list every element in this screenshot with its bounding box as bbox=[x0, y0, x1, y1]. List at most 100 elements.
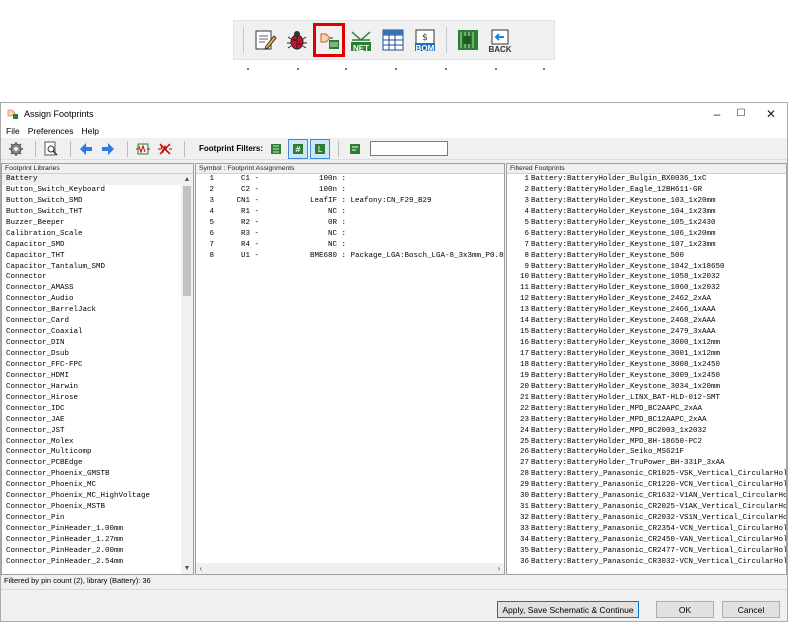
library-item[interactable]: Connector_BarrelJack bbox=[2, 305, 193, 316]
filtered-footprint-item[interactable]: 36 Battery:Battery_Panasonic_CR3032-VCN_V… bbox=[507, 557, 786, 568]
filtered-footprint-item[interactable]: 24 Battery:BatteryHolder_MPD_BC2003_1x203… bbox=[507, 426, 786, 437]
assignment-row[interactable]: 2 C2 - 100n : bbox=[196, 185, 504, 196]
filtered-footprint-item[interactable]: 32 Battery:Battery_Panasonic_CR2032-VS1N_… bbox=[507, 513, 786, 524]
filtered-footprint-item[interactable]: 35 Battery:Battery_Panasonic_CR2477-VCN_V… bbox=[507, 546, 786, 557]
library-item[interactable]: Connector_IDC bbox=[2, 404, 193, 415]
library-item[interactable]: Calibration_Scale bbox=[2, 229, 193, 240]
assign-footprints-button[interactable] bbox=[313, 23, 345, 57]
library-item[interactable]: Connector_Multicomp bbox=[2, 447, 193, 458]
library-item[interactable]: Connector_PCBEdge bbox=[2, 458, 193, 469]
assignment-row[interactable]: 4 R1 - NC : bbox=[196, 207, 504, 218]
filtered-footprint-item[interactable]: 17 Battery:BatteryHolder_Keystone_3001_1x… bbox=[507, 349, 786, 360]
filtered-footprint-item[interactable]: 1 Battery:BatteryHolder_Bulgin_BX0036_1xC bbox=[507, 174, 786, 185]
library-item[interactable]: Connector_HDMI bbox=[2, 371, 193, 382]
filter-library-button[interactable]: L bbox=[310, 138, 330, 159]
library-item[interactable]: Connector_Phoenix_MC_HighVoltage bbox=[2, 491, 193, 502]
scroll-right-icon[interactable]: › bbox=[494, 563, 504, 574]
filtered-footprint-item[interactable]: 26 Battery:BatteryHolder_Seiko_MS621F bbox=[507, 447, 786, 458]
scrollbar-thumb[interactable] bbox=[183, 186, 191, 296]
filtered-footprint-item[interactable]: 2 Battery:BatteryHolder_Eagle_12BH611-GR bbox=[507, 185, 786, 196]
cancel-button[interactable]: Cancel bbox=[722, 601, 780, 618]
scroll-down-icon[interactable]: ▼ bbox=[181, 564, 193, 574]
library-item[interactable]: Connector_PinHeader_1.00mm bbox=[2, 524, 193, 535]
assignments-hscrollbar[interactable]: ‹ › bbox=[196, 563, 504, 574]
filter-pin-count-button[interactable]: # bbox=[288, 138, 308, 159]
previous-symbol-button[interactable] bbox=[77, 140, 95, 158]
filtered-footprint-item[interactable]: 23 Battery:BatteryHolder_MPD_BC12AAPC_2xA… bbox=[507, 415, 786, 426]
filtered-footprint-item[interactable]: 30 Battery:Battery_Panasonic_CR1632-V1AN_… bbox=[507, 491, 786, 502]
library-item[interactable]: Connector_PinHeader_1.27mm bbox=[2, 535, 193, 546]
pcbnew-button[interactable] bbox=[454, 25, 482, 55]
fields-table-button[interactable] bbox=[379, 25, 407, 55]
assignment-row[interactable]: 1 C1 - 100n : bbox=[196, 174, 504, 185]
library-item[interactable]: Connector_PinHeader_2.54mm bbox=[2, 557, 193, 568]
maximize-button[interactable]: ☐ bbox=[727, 103, 755, 124]
close-button[interactable]: ✕ bbox=[757, 103, 785, 124]
library-item[interactable]: Capacitor_Tantalum_SMD bbox=[2, 262, 193, 273]
filter-keywords-button[interactable] bbox=[266, 139, 286, 159]
filtered-footprint-item[interactable]: 6 Battery:BatteryHolder_Keystone_106_1x20… bbox=[507, 229, 786, 240]
library-item[interactable]: Capacitor_SMD bbox=[2, 240, 193, 251]
filtered-footprint-item[interactable]: 27 Battery:BatteryHolder_TruPower_BH-331P… bbox=[507, 458, 786, 469]
filtered-footprint-item[interactable]: 4 Battery:BatteryHolder_Keystone_104_1x23… bbox=[507, 207, 786, 218]
filtered-footprint-item[interactable]: 10 Battery:BatteryHolder_Keystone_1058_1x… bbox=[507, 272, 786, 283]
filtered-footprint-item[interactable]: 3 Battery:BatteryHolder_Keystone_103_1x20… bbox=[507, 196, 786, 207]
auto-associate-button[interactable] bbox=[134, 140, 152, 158]
filtered-footprint-item[interactable]: 18 Battery:BatteryHolder_Keystone_3008_1x… bbox=[507, 360, 786, 371]
filtered-footprint-item[interactable]: 28 Battery:Battery_Panasonic_CR1025-VSK_V… bbox=[507, 469, 786, 480]
filtered-footprint-item[interactable]: 19 Battery:BatteryHolder_Keystone_3009_1x… bbox=[507, 371, 786, 382]
library-item[interactable]: Connector_DIN bbox=[2, 338, 193, 349]
assignment-row[interactable]: 3 CN1 - LeafIF : Leafony:CN_F29_B29 bbox=[196, 196, 504, 207]
view-footprint-button[interactable] bbox=[42, 140, 60, 158]
next-symbol-button[interactable] bbox=[99, 140, 117, 158]
ok-button[interactable]: OK bbox=[656, 601, 714, 618]
assignment-row[interactable]: 6 R3 - NC : bbox=[196, 229, 504, 240]
back-button[interactable]: BACK bbox=[486, 25, 514, 55]
scroll-up-icon[interactable]: ▲ bbox=[181, 175, 193, 185]
library-item[interactable]: Connector_AMASS bbox=[2, 283, 193, 294]
filtered-footprint-item[interactable]: 33 Battery:Battery_Panasonic_CR2354-VCN_V… bbox=[507, 524, 786, 535]
library-item[interactable]: Button_Switch_THT bbox=[2, 207, 193, 218]
library-item[interactable]: Connector_Audio bbox=[2, 294, 193, 305]
netlist-button[interactable]: NET bbox=[347, 25, 375, 55]
menu-preferences[interactable]: Preferences bbox=[28, 126, 74, 136]
library-item[interactable]: Buzzer_Beeper bbox=[2, 218, 193, 229]
settings-button[interactable] bbox=[7, 140, 25, 158]
filtered-footprint-item[interactable]: 11 Battery:BatteryHolder_Keystone_1060_1x… bbox=[507, 283, 786, 294]
library-item[interactable]: Capacitor_THT bbox=[2, 251, 193, 262]
filtered-footprint-item[interactable]: 31 Battery:Battery_Panasonic_CR2025-V1AK_… bbox=[507, 502, 786, 513]
filtered-footprint-item[interactable]: 34 Battery:Battery_Panasonic_CR2450-VAN_V… bbox=[507, 535, 786, 546]
filtered-footprint-item[interactable]: 9 Battery:BatteryHolder_Keystone_1042_1x1… bbox=[507, 262, 786, 273]
apply-save-continue-button[interactable]: Apply, Save Schematic & Continue bbox=[497, 601, 639, 618]
erc-button[interactable] bbox=[283, 25, 311, 55]
library-item[interactable]: Connector_Harwin bbox=[2, 382, 193, 393]
library-item[interactable]: Connector_PinHeader_2.00mm bbox=[2, 546, 193, 557]
filtered-footprint-item[interactable]: 21 Battery:BatteryHolder_LINX_BAT-HLD-012… bbox=[507, 393, 786, 404]
library-item[interactable]: Connector_Card bbox=[2, 316, 193, 327]
filter-search-input[interactable] bbox=[370, 141, 448, 156]
filtered-footprint-item[interactable]: 13 Battery:BatteryHolder_Keystone_2466_1x… bbox=[507, 305, 786, 316]
bom-button[interactable]: $ BOM bbox=[411, 25, 439, 55]
menu-file[interactable]: File bbox=[6, 126, 20, 136]
filtered-footprint-item[interactable]: 8 Battery:BatteryHolder_Keystone_500 bbox=[507, 251, 786, 262]
assignment-row[interactable]: 7 R4 - NC : bbox=[196, 240, 504, 251]
library-item[interactable]: Connector_FFC-FPC bbox=[2, 360, 193, 371]
edit-sheet-button[interactable] bbox=[251, 25, 279, 55]
library-item[interactable]: Connector_Dsub bbox=[2, 349, 193, 360]
library-item[interactable]: Button_Switch_Keyboard bbox=[2, 185, 193, 196]
libraries-scrollbar[interactable]: ▲ ▼ bbox=[181, 175, 193, 574]
library-item[interactable]: Button_Switch_SMD bbox=[2, 196, 193, 207]
filtered-footprint-item[interactable]: 15 Battery:BatteryHolder_Keystone_2479_3x… bbox=[507, 327, 786, 338]
delete-all-associations-button[interactable] bbox=[156, 140, 174, 158]
filtered-footprint-item[interactable]: 16 Battery:BatteryHolder_Keystone_3000_1x… bbox=[507, 338, 786, 349]
library-item[interactable]: Connector_Phoenix_MSTB bbox=[2, 502, 193, 513]
library-item[interactable]: Connector_Phoenix_MC bbox=[2, 480, 193, 491]
library-item[interactable]: Connector bbox=[2, 272, 193, 283]
filtered-footprint-item[interactable]: 29 Battery:Battery_Panasonic_CR1220-VCN_V… bbox=[507, 480, 786, 491]
menu-help[interactable]: Help bbox=[82, 126, 99, 136]
library-item[interactable]: Connector_JST bbox=[2, 426, 193, 437]
library-item[interactable]: Connector_JAE bbox=[2, 415, 193, 426]
filtered-footprint-item[interactable]: 7 Battery:BatteryHolder_Keystone_107_1x23… bbox=[507, 240, 786, 251]
filtered-footprint-item[interactable]: 20 Battery:BatteryHolder_Keystone_3034_1x… bbox=[507, 382, 786, 393]
filtered-footprint-item[interactable]: 22 Battery:BatteryHolder_MPD_BC2AAPC_2xAA bbox=[507, 404, 786, 415]
